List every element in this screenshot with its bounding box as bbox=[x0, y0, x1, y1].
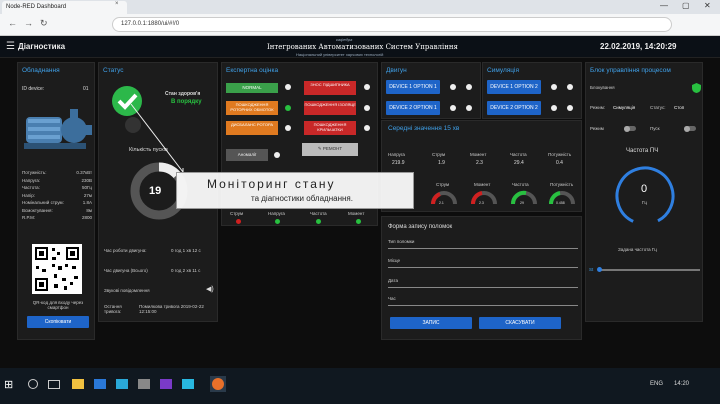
start-menu-icon[interactable]: ⊞ bbox=[4, 378, 13, 391]
app-icon-2[interactable] bbox=[116, 379, 128, 389]
explorer-icon[interactable] bbox=[72, 379, 84, 389]
language-indicator[interactable]: ENG bbox=[650, 381, 663, 387]
caption-line-2: та діагностики обладнання. bbox=[251, 194, 353, 203]
caption-overlay: Моніторинг стану та діагностики обладнан… bbox=[176, 172, 414, 209]
firefox-logo-icon bbox=[212, 378, 224, 390]
search-icon[interactable] bbox=[28, 379, 38, 389]
caption-line-1: Моніторинг стану bbox=[207, 177, 336, 191]
taskbar-clock: 14:20 bbox=[674, 381, 690, 387]
app-icon-4[interactable] bbox=[160, 379, 172, 389]
task-view-icon[interactable] bbox=[48, 380, 60, 389]
app-icon-3[interactable] bbox=[138, 379, 150, 389]
taskbar: ⊞ ENG 14:20 bbox=[0, 368, 720, 404]
app-icon-5[interactable] bbox=[182, 379, 194, 389]
app-icon-1[interactable] bbox=[94, 379, 106, 389]
